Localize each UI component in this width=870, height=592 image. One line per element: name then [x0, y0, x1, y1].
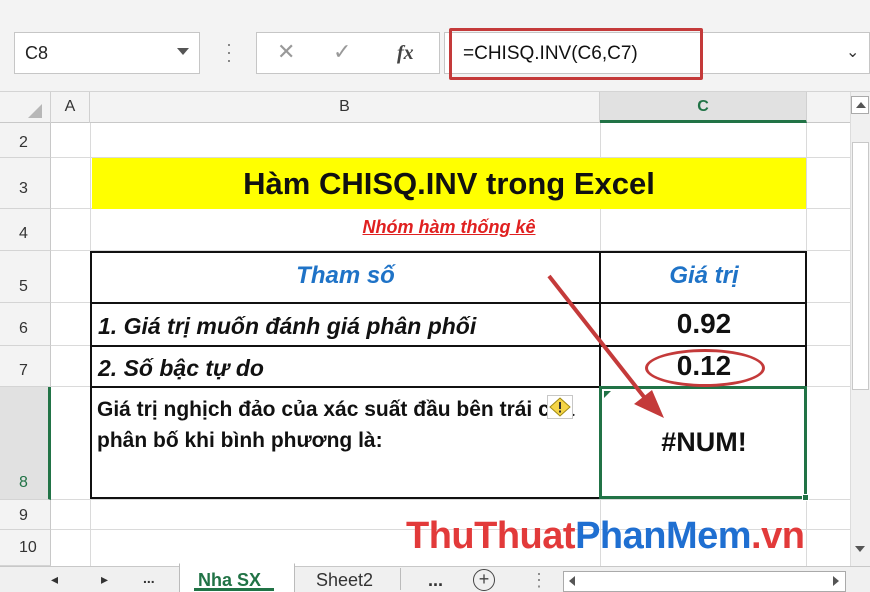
row1-label[interactable]: 1. Giá trị muốn đánh giá phân phối — [98, 313, 476, 340]
scroll-up-icon[interactable] — [851, 96, 869, 114]
column-header-c[interactable]: C — [600, 92, 807, 123]
row-header-3[interactable]: 3 — [0, 158, 51, 209]
row-header-4[interactable]: 4 — [0, 209, 51, 251]
active-cell-selection — [599, 386, 807, 499]
more-vert-icon: · · · — [226, 34, 232, 70]
name-box[interactable]: C8 — [14, 32, 200, 74]
watermark-part1: ThuThuat — [406, 515, 576, 557]
formula-bar-area: C8 · · · ✕ ✓ fx =CHISQ.INV(C6,C7) ⌄ — [0, 0, 870, 92]
tab-next-icon[interactable]: ▸ — [101, 571, 108, 588]
row-header-2[interactable]: 2 — [0, 123, 51, 158]
error-indicator-icon — [604, 391, 611, 398]
highlight-ellipse — [645, 349, 765, 387]
scroll-right-icon[interactable] — [826, 571, 846, 592]
header-value[interactable]: Giá trị — [602, 262, 806, 290]
column-headers: A B C — [0, 92, 850, 123]
watermark-part2: PhanMem — [575, 515, 752, 557]
watermark: ThuThuatPhanMem.vn — [406, 515, 805, 558]
tab-nha-sx[interactable]: Nha SX — [179, 563, 295, 592]
sheet-title: Hàm CHISQ.INV trong Excel — [243, 166, 655, 201]
row-header-8[interactable]: 8 — [0, 387, 51, 500]
select-all-icon — [28, 104, 42, 118]
row-header-9[interactable]: 9 — [0, 500, 51, 530]
select-all-corner[interactable] — [0, 92, 51, 123]
scroll-left-icon[interactable] — [563, 571, 583, 592]
row-header-7[interactable]: 7 — [0, 346, 51, 387]
chevron-down-icon[interactable] — [177, 48, 189, 55]
formula-buttons: ✕ ✓ fx — [256, 32, 440, 74]
row-header-5[interactable]: 5 — [0, 251, 51, 303]
scroll-down-icon[interactable] — [851, 540, 869, 560]
warning-icon[interactable] — [547, 395, 573, 419]
column-header-a[interactable]: A — [51, 92, 90, 123]
row-header-10[interactable]: 10 — [0, 530, 51, 566]
row2-label[interactable]: 2. Số bậc tự do — [98, 355, 264, 382]
tab-sheet2[interactable]: Sheet2 — [316, 570, 373, 591]
sheet-subtitle: Nhóm hàm thống kê — [362, 217, 536, 237]
table-border — [90, 345, 807, 347]
add-sheet-icon[interactable]: + — [473, 569, 495, 591]
tab-nav-ellipsis[interactable]: ... — [143, 570, 155, 586]
insert-function-icon[interactable]: fx — [397, 42, 414, 65]
formula-highlight-box — [449, 28, 703, 80]
header-param[interactable]: Tham số — [92, 262, 599, 290]
scroll-thumb[interactable] — [852, 142, 869, 390]
horizontal-scrollbar[interactable] — [563, 571, 846, 592]
cancel-icon[interactable]: ✕ — [277, 39, 295, 65]
tab-divider — [400, 568, 401, 590]
grid-line — [51, 499, 850, 500]
enter-icon[interactable]: ✓ — [333, 39, 351, 65]
split-handle-icon[interactable]: ⋮ — [530, 570, 548, 591]
tab-prev-icon[interactable]: ◂ — [51, 571, 58, 588]
table-border — [90, 302, 807, 304]
expand-formula-icon[interactable]: ⌄ — [846, 42, 859, 62]
tab-underline — [194, 588, 274, 591]
watermark-part3: .vn — [751, 515, 805, 557]
row-header-6[interactable]: 6 — [0, 303, 51, 346]
name-box-value: C8 — [25, 43, 49, 63]
tab-more[interactable]: ... — [428, 570, 443, 591]
column-header-b[interactable]: B — [90, 92, 600, 123]
row3-label[interactable]: Giá trị nghịch đảo của xác suất đầu bên … — [97, 394, 597, 456]
row1-value[interactable]: 0.92 — [602, 308, 806, 340]
fill-handle[interactable] — [802, 494, 809, 501]
